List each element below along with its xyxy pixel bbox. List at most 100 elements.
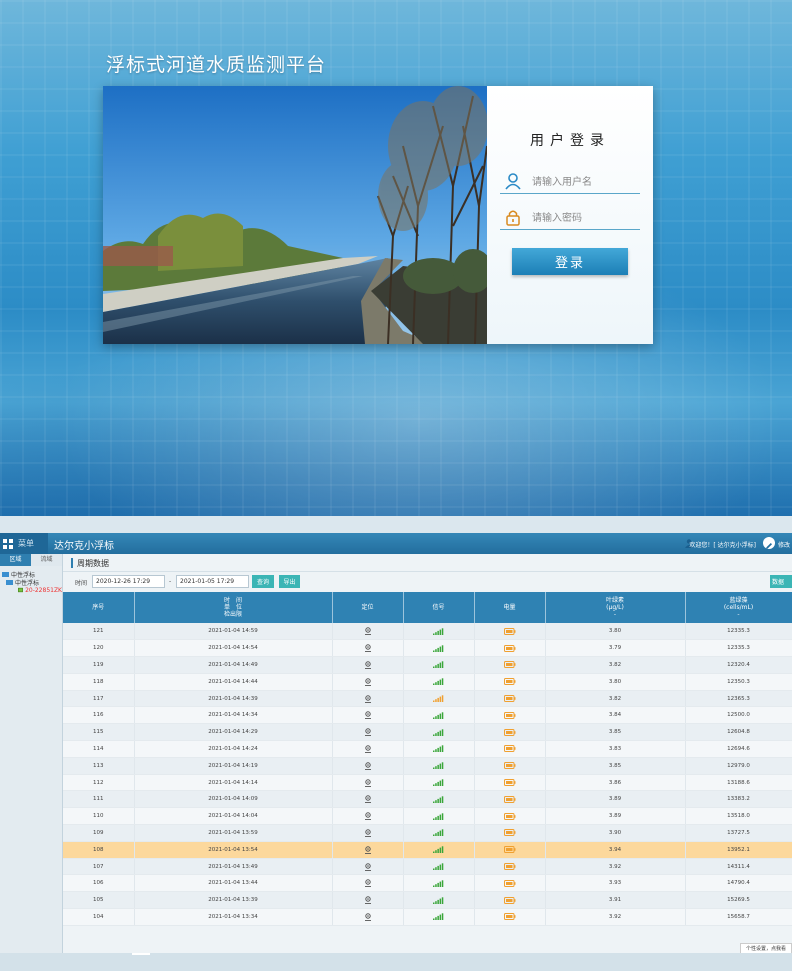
location-pin-icon[interactable] [364, 762, 372, 770]
table-row[interactable]: 105 2021-01-04 13:39 3.91 15269.5 [63, 891, 792, 910]
location-pin-icon[interactable] [364, 896, 372, 905]
location-pin-icon[interactable] [364, 711, 372, 720]
signal-icon [433, 896, 444, 904]
col-seq[interactable]: 序号 [63, 592, 135, 623]
location-pin-icon[interactable] [364, 678, 372, 686]
cell-blue-green-algae: 12500.0 [685, 706, 792, 725]
col-time[interactable]: 时 间 单 位 检出限 [134, 592, 333, 623]
location-pin-icon[interactable] [364, 879, 372, 888]
cell-location [332, 639, 404, 658]
cell-battery [474, 740, 546, 758]
cell-battery [474, 790, 546, 809]
location-pin-icon[interactable] [364, 812, 372, 821]
battery-icon [503, 678, 515, 686]
signal-icon [433, 644, 444, 652]
cell-battery [474, 623, 546, 641]
location-pin-icon[interactable] [364, 644, 372, 653]
username-field[interactable]: 请输入用户名 [500, 168, 640, 194]
table-row[interactable]: 114 2021-01-04 14:24 3.83 12694.6 [63, 740, 792, 758]
query-button[interactable]: 查询 [252, 575, 274, 588]
cell-blue-green-algae: 12365.3 [685, 690, 792, 708]
cell-signal [403, 774, 475, 792]
edit-label[interactable]: 修改 [778, 540, 790, 549]
password-field[interactable]: 请输入密码 [500, 204, 640, 230]
start-time-input[interactable] [92, 575, 165, 588]
col-location[interactable]: 定位 [332, 592, 404, 623]
table-row[interactable]: 118 2021-01-04 14:44 3.80 12350.3 [63, 673, 792, 691]
cell-time: 2021-01-04 14:59 [134, 623, 333, 641]
table-row[interactable]: 107 2021-01-04 13:49 3.92 14311.4 [63, 858, 792, 876]
cell-battery [474, 891, 546, 910]
table-row[interactable]: 106 2021-01-04 13:44 3.93 14790.4 [63, 874, 792, 893]
col-chlorophyll[interactable]: 叶绿素 (μg/L) - [545, 592, 686, 623]
location-pin-icon[interactable] [364, 627, 372, 636]
pencil-icon [766, 543, 772, 549]
table-row[interactable]: 121 2021-01-04 14:59 3.80 12335.3 [63, 623, 792, 641]
filter-bar: 时间 - 查询 导出 数据 [63, 572, 792, 591]
scroll-handle[interactable] [132, 953, 150, 955]
signal-icon [433, 728, 444, 736]
data-button[interactable]: 数据 [770, 575, 792, 588]
range-dash: - [169, 578, 172, 585]
export-button[interactable]: 导出 [279, 575, 300, 588]
cell-seq: 107 [63, 858, 135, 876]
location-pin-icon[interactable] [364, 846, 372, 854]
cell-location [332, 858, 404, 876]
col-blue-green-algae[interactable]: 蓝绿藻 (cells/mL) - [685, 592, 792, 623]
location-pin-icon[interactable] [364, 862, 372, 871]
table-row[interactable]: 110 2021-01-04 14:04 3.89 13518.0 [63, 807, 792, 826]
cell-signal [403, 623, 475, 641]
tab-basin[interactable]: 流域 [31, 554, 62, 566]
cell-blue-green-algae: 13383.2 [685, 790, 792, 809]
location-pin-icon[interactable] [364, 829, 372, 837]
platform-title: 浮标式河道水质监测平台 [106, 54, 327, 76]
cell-chlorophyll: 3.85 [545, 723, 686, 742]
col-battery[interactable]: 电量 [474, 592, 546, 623]
menu-button[interactable]: 菜单 [0, 533, 48, 554]
tab-region[interactable]: 区域 [0, 554, 31, 566]
table-row[interactable]: 109 2021-01-04 13:59 3.90 13727.5 [63, 824, 792, 842]
cell-location [332, 874, 404, 893]
cell-location [332, 807, 404, 826]
table-row[interactable]: 111 2021-01-04 14:09 3.89 13383.2 [63, 790, 792, 809]
table-row[interactable]: 117 2021-01-04 14:39 3.82 12365.3 [63, 690, 792, 708]
table-row[interactable]: 120 2021-01-04 14:54 3.79 12335.3 [63, 639, 792, 658]
tree-node-device[interactable]: 20-22851ZK [0, 586, 62, 594]
login-button[interactable]: 登录 [512, 248, 628, 275]
sidebar-tabs: 区域 流域 [0, 554, 62, 566]
location-pin-icon[interactable] [364, 745, 372, 753]
location-pin-icon[interactable] [364, 778, 372, 787]
col-signal[interactable]: 信号 [403, 592, 475, 623]
table-row[interactable]: 104 2021-01-04 13:34 3.92 15658.7 [63, 908, 792, 926]
end-time-input[interactable] [176, 575, 249, 588]
table-row[interactable]: 119 2021-01-04 14:49 3.82 12320.4 [63, 656, 792, 674]
personal-settings-button[interactable]: 个性设置，点我看 [740, 943, 792, 953]
cell-battery [474, 639, 546, 658]
location-pin-icon[interactable] [364, 694, 372, 703]
battery-icon [503, 627, 515, 635]
cell-location [332, 891, 404, 910]
battery-icon [503, 728, 515, 736]
table-row[interactable]: 112 2021-01-04 14:14 3.86 13188.6 [63, 774, 792, 792]
location-pin-icon[interactable] [364, 728, 372, 737]
user-icon [505, 172, 521, 190]
location-pin-icon[interactable] [364, 661, 372, 669]
location-pin-icon[interactable] [364, 913, 372, 921]
table-row[interactable]: 108 2021-01-04 13:54 3.94 13952.1 [63, 841, 792, 859]
section-header: 周期数据 [63, 554, 792, 572]
table-row[interactable]: 115 2021-01-04 14:29 3.85 12604.8 [63, 723, 792, 742]
sidebar: 区域 流域 中性浮标 中性浮标 20-22851ZK [0, 554, 63, 953]
cell-seq: 119 [63, 656, 135, 674]
cell-time: 2021-01-04 14:39 [134, 690, 333, 708]
section-title: 周期数据 [77, 559, 109, 568]
cell-seq: 116 [63, 706, 135, 725]
cell-signal [403, 891, 475, 910]
table-row[interactable]: 113 2021-01-04 14:19 3.85 12979.0 [63, 757, 792, 775]
tree-node-subgroup[interactable]: 中性浮标 [0, 578, 62, 587]
location-pin-icon[interactable] [364, 795, 372, 804]
cell-signal [403, 690, 475, 708]
signal-icon [433, 627, 444, 635]
table-row[interactable]: 116 2021-01-04 14:34 3.84 12500.0 [63, 706, 792, 725]
edit-button[interactable] [763, 537, 775, 549]
table-header-row: 序号 时 间 单 位 检出限 定位 信号 电量 叶绿素 (μg/L) - 蓝绿藻… [63, 592, 792, 623]
